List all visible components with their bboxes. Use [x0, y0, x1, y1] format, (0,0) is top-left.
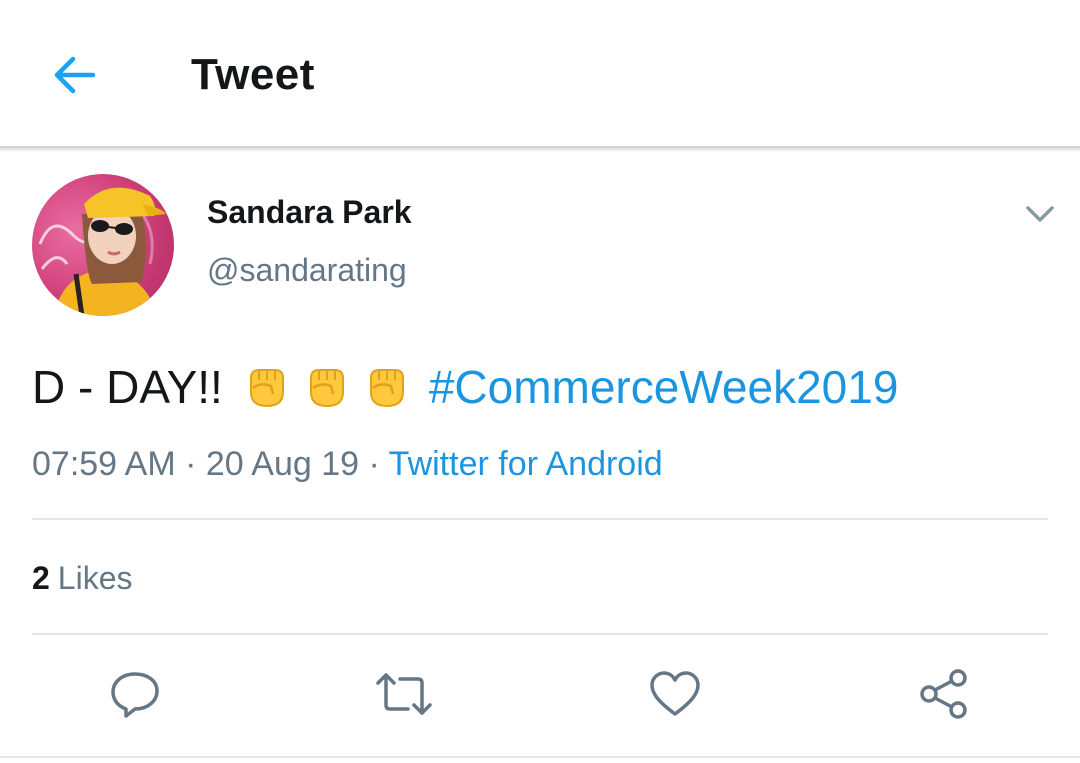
reply-icon — [111, 672, 159, 718]
chevron-down-icon — [1026, 206, 1054, 222]
like-button[interactable] — [645, 666, 705, 722]
divider — [32, 633, 1048, 635]
share-button[interactable] — [914, 666, 974, 722]
heart-icon — [650, 671, 700, 716]
reply-button[interactable] — [105, 666, 165, 722]
divider — [0, 756, 1080, 758]
divider — [32, 518, 1048, 520]
retweet-icon — [376, 673, 432, 715]
tweet-time: 07:59 AM — [32, 445, 176, 483]
tweet-date: 20 Aug 19 — [205, 445, 360, 483]
hashtag-link[interactable]: #CommerceWeek2019 — [429, 358, 899, 416]
tweet-detail-screen: Tweet Sandara Park @sandarating D - DAY!… — [0, 0, 1080, 763]
raised-fist-icon — [369, 369, 404, 408]
tweet-text: D - DAY!! #CommerceWeek2019 — [32, 358, 898, 416]
header-shadow — [0, 146, 1080, 152]
tweet-menu-button[interactable] — [1020, 196, 1060, 232]
meta-separator: · — [368, 445, 380, 483]
back-button[interactable] — [42, 48, 106, 102]
avatar[interactable] — [32, 174, 174, 316]
author-handle[interactable]: @sandarating — [207, 250, 407, 290]
share-icon — [920, 669, 967, 719]
meta-separator: · — [185, 445, 197, 483]
tweet-metadata: 07:59 AM · 20 Aug 19 · Twitter for Andro… — [32, 442, 663, 486]
tweet-text-body: D - DAY!! — [32, 361, 223, 413]
arrow-left-icon — [54, 56, 96, 94]
likes-count: 2 — [32, 560, 50, 596]
page-title: Tweet — [191, 50, 315, 99]
top-app-bar: Tweet — [0, 0, 1080, 148]
author-name[interactable]: Sandara Park — [207, 192, 412, 232]
likes-stat[interactable]: 2 Likes — [32, 558, 133, 598]
likes-label: Likes — [57, 560, 133, 596]
raised-fist-icon — [249, 369, 284, 408]
raised-fist-icon — [309, 369, 344, 408]
retweet-button[interactable] — [374, 666, 434, 722]
tweet-source-link[interactable]: Twitter for Android — [389, 445, 663, 483]
